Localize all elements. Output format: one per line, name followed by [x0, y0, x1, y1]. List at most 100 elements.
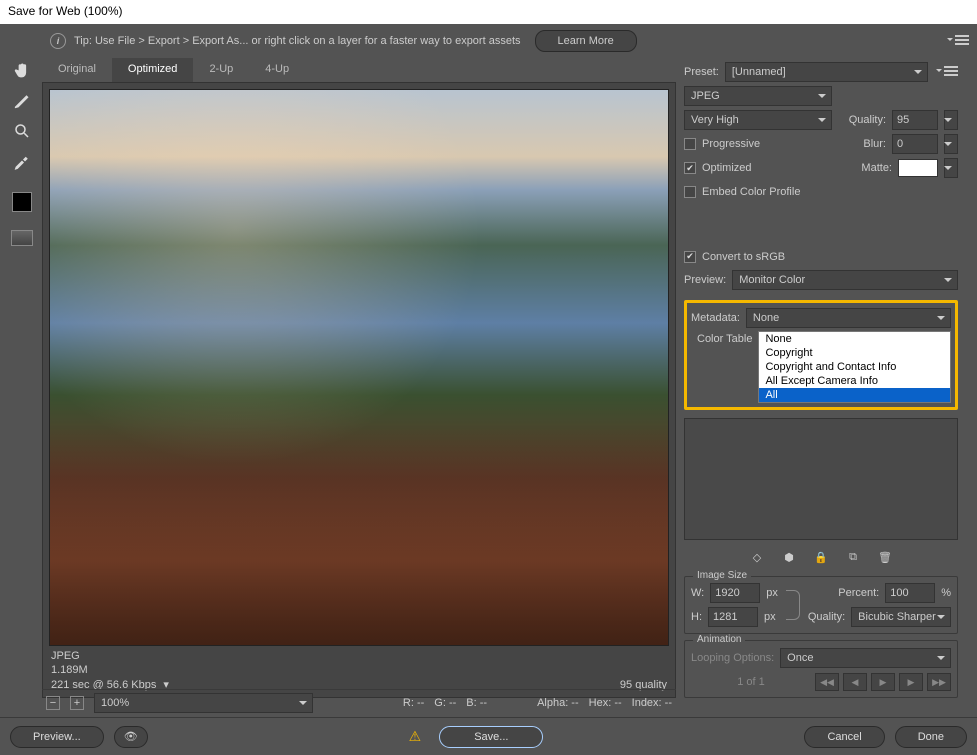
- height-label: H:: [691, 611, 702, 623]
- animation-title: Animation: [693, 634, 745, 645]
- preview-select-label: Preview:: [684, 274, 726, 286]
- delete-color-icon[interactable]: 🗑: [878, 550, 892, 564]
- matte-stepper[interactable]: [944, 158, 958, 178]
- metadata-option-all[interactable]: All: [759, 388, 950, 402]
- slice-visibility-button[interactable]: [11, 230, 33, 246]
- preview-color-select[interactable]: Monitor Color: [732, 270, 958, 290]
- learn-more-button[interactable]: Learn More: [535, 30, 637, 52]
- preview-panel: JPEG 1.189M 221 sec @ 56.6 Kbps ▾ 95 qua…: [42, 82, 676, 698]
- status-r: R: --: [403, 697, 424, 709]
- resample-quality-select[interactable]: Bicubic Sharper: [851, 607, 951, 627]
- blur-stepper[interactable]: [944, 134, 958, 154]
- metadata-dropdown-open[interactable]: None Copyright Copyright and Contact Inf…: [758, 331, 951, 403]
- progressive-label: Progressive: [702, 138, 760, 150]
- next-frame-button: ▶: [899, 673, 923, 691]
- embed-profile-label: Embed Color Profile: [702, 186, 800, 198]
- tip-text: Tip: Use File > Export > Export As... or…: [74, 35, 521, 47]
- panel-menu-icon[interactable]: [951, 35, 969, 47]
- window-title: Save for Web (100%): [0, 0, 977, 24]
- preview-image[interactable]: [49, 89, 669, 646]
- matte-label: Matte:: [861, 162, 892, 174]
- preview-info: JPEG 1.189M 221 sec @ 56.6 Kbps ▾ 95 qua…: [49, 646, 669, 691]
- shift-color-icon[interactable]: ⬢: [782, 550, 796, 564]
- height-input[interactable]: [708, 607, 758, 627]
- optimized-label: Optimized: [702, 162, 752, 174]
- quality-input[interactable]: [892, 110, 938, 130]
- image-size-title: Image Size: [693, 570, 751, 581]
- quality-stepper[interactable]: [944, 110, 958, 130]
- image-size-section: Image Size W: px H: px: [684, 576, 958, 634]
- animation-section: Animation Looping Options: Once 1 of 1 ◀…: [684, 640, 958, 698]
- animation-page: 1 of 1: [691, 676, 811, 688]
- width-input[interactable]: [710, 583, 760, 603]
- embed-profile-checkbox[interactable]: [684, 186, 696, 198]
- status-box-plus-icon[interactable]: +: [70, 696, 84, 710]
- tab-2up[interactable]: 2-Up: [193, 58, 249, 82]
- tool-column: [6, 60, 38, 246]
- save-button[interactable]: Save...: [439, 726, 543, 748]
- preview-button[interactable]: Preview...: [10, 726, 104, 748]
- percent-label: Percent:: [838, 587, 879, 599]
- metadata-label: Metadata:: [691, 312, 740, 324]
- convert-srgb-label: Convert to sRGB: [702, 251, 785, 263]
- new-color-icon[interactable]: ⧉: [846, 550, 860, 564]
- play-button: ▶: [871, 673, 895, 691]
- cancel-button[interactable]: Cancel: [804, 726, 884, 748]
- lock-color-icon[interactable]: 🔒: [814, 550, 828, 564]
- resample-quality-label: Quality:: [808, 611, 845, 623]
- dialog-body: i Tip: Use File > Export > Export As... …: [0, 24, 977, 755]
- footer-bar: Preview... 👁 ⚠ Save... Cancel Done: [0, 717, 977, 755]
- slice-tool-icon[interactable]: [11, 90, 33, 112]
- preview-tabs: Original Optimized 2-Up 4-Up: [42, 58, 676, 82]
- warning-icon[interactable]: ⚠: [409, 728, 422, 745]
- done-button[interactable]: Done: [895, 726, 967, 748]
- optimized-checkbox[interactable]: [684, 162, 696, 174]
- map-transparency-icon[interactable]: ◇: [750, 550, 764, 564]
- constrain-proportions-icon[interactable]: [786, 590, 800, 620]
- metadata-option-copyright[interactable]: Copyright: [759, 346, 950, 360]
- convert-srgb-checkbox[interactable]: [684, 251, 696, 263]
- zoom-select[interactable]: 100%: [94, 693, 313, 713]
- preset-select[interactable]: [Unnamed]: [725, 62, 928, 82]
- color-table-label: Color Table: [691, 329, 752, 345]
- tab-4up[interactable]: 4-Up: [249, 58, 305, 82]
- looping-label: Looping Options:: [691, 652, 774, 664]
- first-frame-button: ◀◀: [815, 673, 839, 691]
- percent-input[interactable]: [885, 583, 935, 603]
- metadata-highlight: Metadata: None Color Table None Copyrigh…: [684, 300, 958, 410]
- status-alpha: Alpha: --: [537, 697, 579, 709]
- blur-label: Blur:: [863, 138, 886, 150]
- matte-swatch[interactable]: [898, 159, 938, 177]
- status-bar: − + 100% R: -- G: -- B: -- Alpha: -- Hex…: [42, 689, 676, 715]
- status-g: G: --: [434, 697, 456, 709]
- animation-nav: 1 of 1 ◀◀ ◀ ▶ ▶ ▶▶: [691, 673, 951, 691]
- status-box-minus-icon[interactable]: −: [46, 696, 60, 710]
- compression-select[interactable]: Very High: [684, 110, 832, 130]
- zoom-tool-icon[interactable]: [11, 120, 33, 142]
- browser-preview-icon[interactable]: 👁: [114, 726, 148, 748]
- metadata-option-none[interactable]: None: [759, 332, 950, 346]
- blur-input[interactable]: [892, 134, 938, 154]
- looping-select: Once: [780, 648, 951, 668]
- metadata-option-copyright-contact[interactable]: Copyright and Contact Info: [759, 360, 950, 374]
- eyedropper-tool-icon[interactable]: [11, 150, 33, 172]
- metadata-option-all-except-camera[interactable]: All Except Camera Info: [759, 374, 950, 388]
- preset-label: Preset:: [684, 66, 719, 78]
- format-select[interactable]: JPEG: [684, 86, 832, 106]
- status-b: B: --: [466, 697, 487, 709]
- hand-tool-icon[interactable]: [11, 60, 33, 82]
- info-icon: i: [50, 33, 66, 49]
- tip-bar: i Tip: Use File > Export > Export As... …: [42, 24, 977, 58]
- tab-optimized[interactable]: Optimized: [112, 58, 194, 82]
- status-index: Index: --: [632, 697, 672, 709]
- metadata-select[interactable]: None: [746, 308, 951, 328]
- quality-label: Quality:: [849, 114, 886, 126]
- last-frame-button: ▶▶: [927, 673, 951, 691]
- eyedropper-color-swatch[interactable]: [12, 192, 32, 212]
- settings-panel: Preset: [Unnamed] JPEG Very High Quality…: [676, 58, 966, 698]
- tab-original[interactable]: Original: [42, 58, 112, 82]
- percent-symbol: %: [941, 587, 951, 599]
- progressive-checkbox[interactable]: [684, 138, 696, 150]
- prev-frame-button: ◀: [843, 673, 867, 691]
- preset-menu-icon[interactable]: [940, 66, 958, 78]
